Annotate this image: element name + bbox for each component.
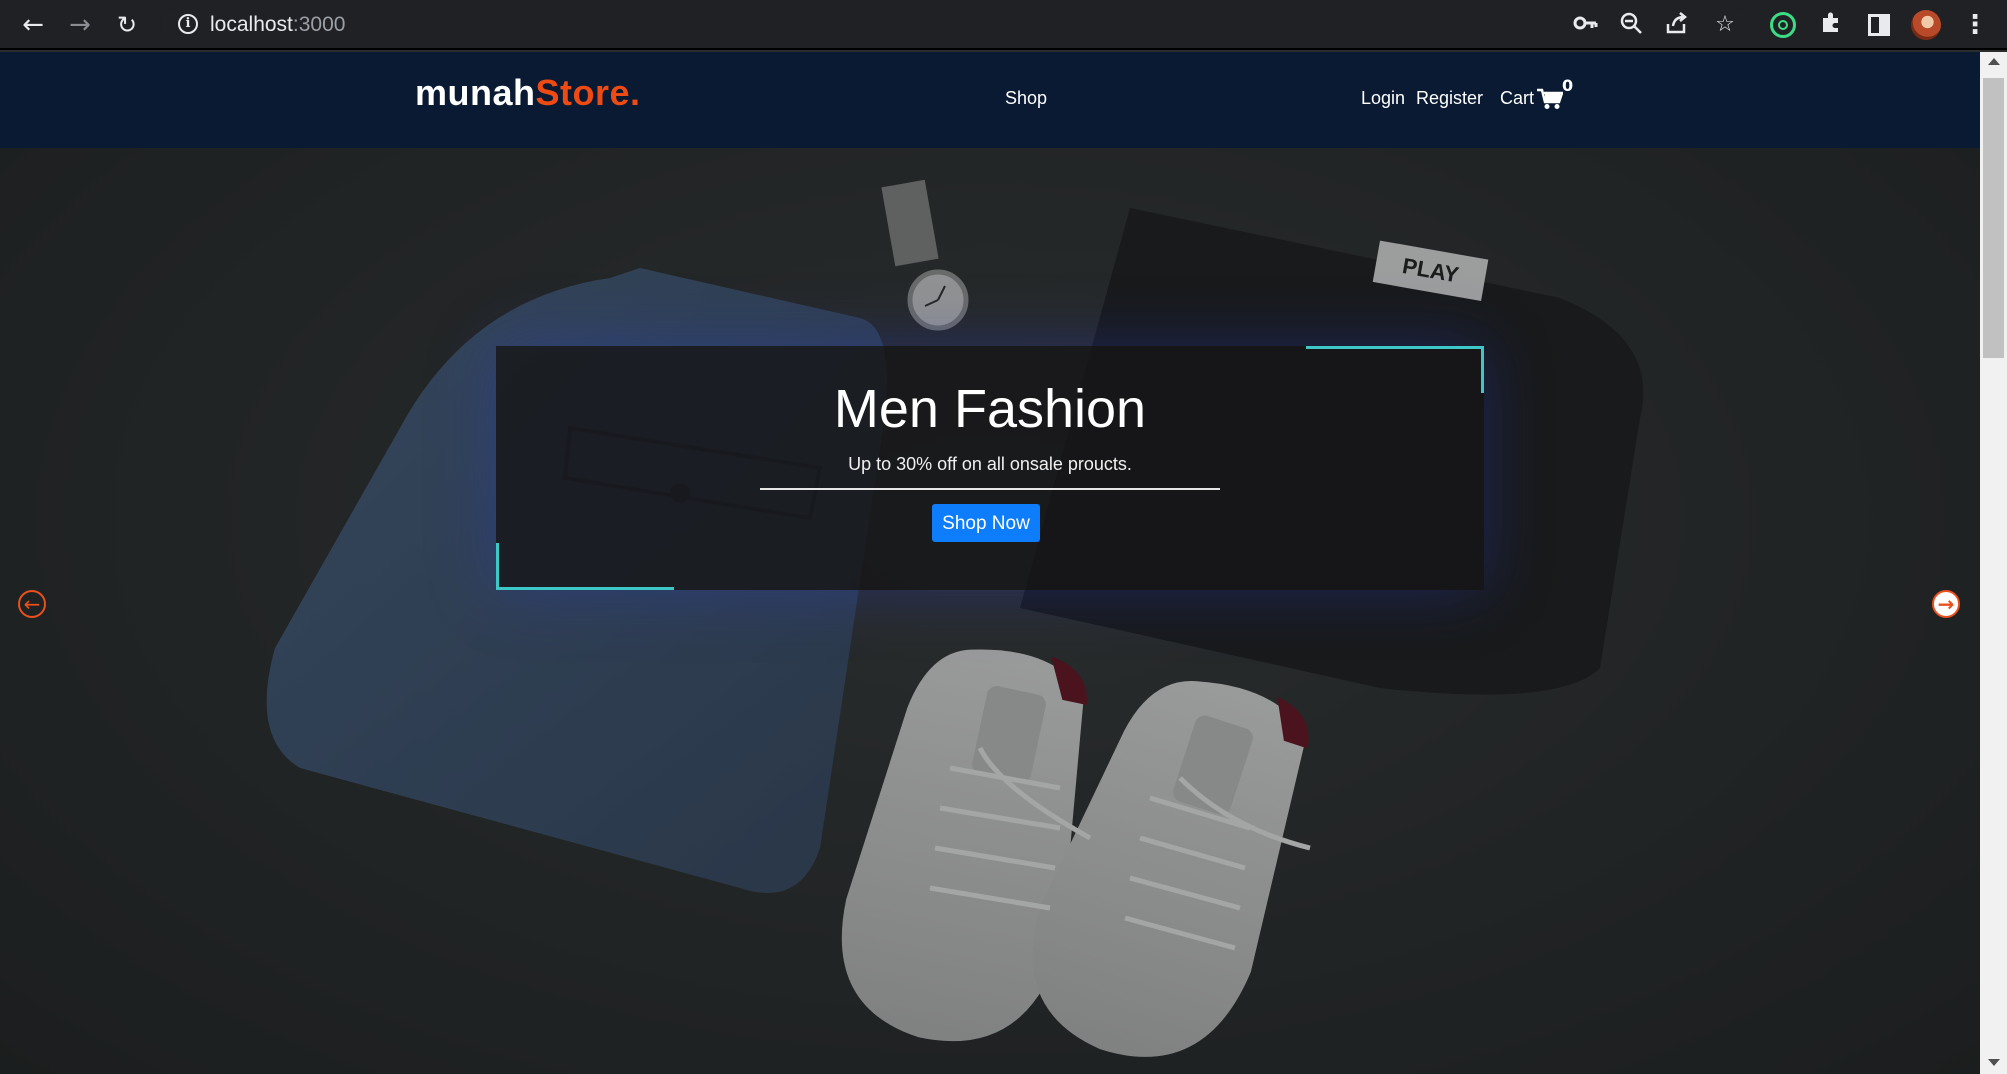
extension-ring-icon[interactable] <box>1770 12 1796 38</box>
profile-avatar[interactable] <box>1911 10 1941 40</box>
side-panel-icon[interactable] <box>1868 14 1890 36</box>
shop-now-button[interactable]: Shop Now <box>932 504 1040 542</box>
hero-carousel: PLAY Men Fashion Up to 30% off on all on… <box>0 148 1980 1074</box>
address-bar[interactable]: i localhost:3000 <box>160 8 1750 42</box>
site-navbar: munahStore. Shop Login Register Cart 0 <box>0 52 1980 148</box>
caption-divider <box>760 488 1220 490</box>
browser-toolbar: ← → ↻ i localhost:3000 ☆ ⋮ <box>0 0 2007 50</box>
scroll-thumb[interactable] <box>1983 78 2004 358</box>
carousel-next-arrow-icon[interactable]: → <box>1932 590 1960 618</box>
carousel-prev-arrow-icon[interactable]: ← <box>18 590 46 618</box>
nav-register-link[interactable]: Register <box>1416 88 1483 109</box>
page-scrollbar[interactable] <box>1980 52 2007 1074</box>
nav-shop-link[interactable]: Shop <box>1005 88 1047 109</box>
reload-icon[interactable]: ↻ <box>112 10 142 40</box>
hero-background-image: PLAY <box>0 148 1980 1074</box>
scroll-down-arrow-icon[interactable] <box>1988 1059 2000 1066</box>
brand-accent: Store. <box>535 72 641 113</box>
menu-kebab-icon[interactable]: ⋮ <box>1962 10 1988 40</box>
forward-arrow-icon[interactable]: → <box>65 10 95 40</box>
star-icon[interactable]: ☆ <box>1710 10 1740 40</box>
url-text[interactable]: localhost:3000 <box>210 13 345 37</box>
hero-subtitle: Up to 30% off on all onsale proucts. <box>848 454 1132 474</box>
cart-count-badge: 0 <box>1562 76 1574 95</box>
nav-login-link[interactable]: Login <box>1361 88 1405 109</box>
brand-logo[interactable]: munahStore. <box>415 72 641 114</box>
site-info-icon[interactable]: i <box>178 14 198 34</box>
hero-title: Men Fashion <box>833 379 1147 439</box>
key-icon[interactable] <box>1570 10 1600 40</box>
share-icon[interactable] <box>1662 10 1692 40</box>
hero-caption-box: Men Fashion Up to 30% off on all onsale … <box>496 346 1484 590</box>
back-arrow-icon[interactable]: ← <box>18 10 48 40</box>
url-port: :3000 <box>292 13 346 36</box>
zoom-out-icon[interactable] <box>1616 10 1646 40</box>
puzzle-icon[interactable] <box>1816 10 1846 40</box>
url-host: localhost <box>210 13 293 36</box>
scroll-up-arrow-icon[interactable] <box>1988 58 2000 65</box>
cart-icon[interactable] <box>1537 88 1563 110</box>
nav-cart-link[interactable]: Cart <box>1500 88 1534 109</box>
brand-main: munah <box>415 72 536 113</box>
caption-corner-bottom-left <box>496 543 674 590</box>
